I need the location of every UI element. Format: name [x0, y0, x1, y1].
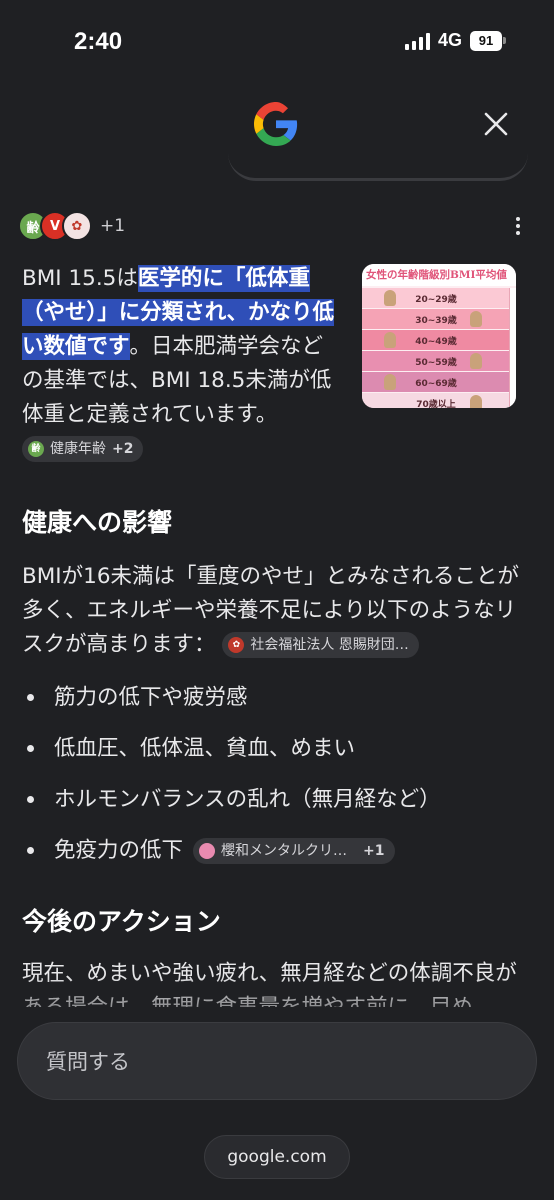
- citation-chip-label: 健康年齢: [50, 441, 106, 457]
- thumbnail-row-label: 20~29歳: [415, 294, 457, 305]
- list-item: 低血圧、低体温、貧血、めまい: [22, 723, 534, 774]
- thumbnail-grid: [509, 288, 516, 408]
- signal-icon: [404, 32, 430, 50]
- citation-chip-health-age[interactable]: 齢 健康年齢 +2: [22, 436, 144, 462]
- person-figure-icon: [384, 332, 396, 348]
- thumbnail-row-label: 50~59歳: [415, 357, 457, 368]
- list-item: 筋力の低下や疲労感: [22, 672, 534, 723]
- header: [0, 92, 554, 181]
- thumbnail-row-label: 70歳以上: [416, 399, 456, 409]
- thumbnail-row-label: 40~49歳: [415, 336, 457, 347]
- citation-chip-count: +2: [112, 441, 134, 457]
- thumbnail-row: 70歳以上: [362, 393, 510, 408]
- next-action-heading: 今後のアクション: [22, 907, 221, 936]
- thumbnail-row: 60~69歳: [362, 372, 510, 392]
- google-g-icon[interactable]: [252, 100, 300, 148]
- ask-placeholder: 質問する: [46, 1050, 130, 1074]
- url-pill[interactable]: google.com: [204, 1135, 350, 1179]
- thumbnail-row: 30~39歳: [362, 309, 510, 329]
- source-favicons[interactable]: 齢 V ✿: [18, 211, 92, 241]
- bmi-chart-thumbnail[interactable]: 女性の年齢階級別BMI平均値 20~29歳 30~39歳 40~49歳 50~59歳 6…: [362, 264, 516, 408]
- citation-chip-clinic[interactable]: 櫻和メンタルクリ… +1: [193, 837, 395, 864]
- person-figure-icon: [470, 395, 482, 408]
- status-bar: 2:40 4G 91: [0, 0, 554, 86]
- list-item: ホルモンバランスの乱れ（無月経など）: [22, 774, 534, 825]
- intro-lead: BMI 15.5は: [22, 266, 138, 291]
- intro-paragraph: BMI 15.5は医学的に「低体重（やせ）」に分類され、かなり低い数値です。日本…: [22, 262, 344, 466]
- thumbnail-row-label: 30~39歳: [415, 315, 457, 326]
- network-label: 4G: [437, 30, 462, 50]
- seal-favicon: ✿: [62, 211, 92, 241]
- close-button[interactable]: [478, 106, 514, 142]
- status-time: 2:40: [74, 28, 123, 55]
- citation-chip-label: 櫻和メンタルクリ…: [221, 842, 348, 859]
- thumbnail-title: 女性の年齢階級別BMI平均値: [362, 264, 516, 286]
- citation-chip-count: +1: [363, 842, 385, 859]
- health-impact-body: BMIが16未満は「重度のやせ」とみなされることが多く、エネルギーや栄養不足によ…: [22, 560, 528, 662]
- battery-icon: 91: [470, 30, 506, 51]
- health-impact-heading: 健康への影響: [22, 508, 173, 537]
- thumbnail-rows: 20~29歳 30~39歳 40~49歳 50~59歳 60~69歳 70歳以上: [362, 288, 510, 408]
- seal-chip-icon: ✿: [228, 637, 245, 653]
- risk-list: 筋力の低下や疲労感 低血圧、低体温、貧血、めまい ホルモンバランスの乱れ（無月経…: [22, 672, 534, 876]
- battery-level: 91: [470, 30, 502, 51]
- screen: 2:40 4G 91 齢 V ✿ +1 BMI 15.5は医学的に「低体重（やせ…: [0, 0, 554, 1200]
- header-divider: [228, 152, 528, 181]
- thumbnail-row: 50~59歳: [362, 351, 510, 371]
- person-figure-icon: [470, 353, 482, 369]
- health-age-chip-icon: 齢: [28, 441, 44, 457]
- sources-row[interactable]: 齢 V ✿ +1: [18, 210, 534, 242]
- more-options-icon[interactable]: [508, 212, 528, 240]
- sources-more-count[interactable]: +1: [100, 216, 125, 236]
- status-indicators: 4G 91: [404, 30, 506, 51]
- thumbnail-row: 40~49歳: [362, 330, 510, 350]
- thumbnail-row-label: 60~69歳: [415, 378, 457, 389]
- person-figure-icon: [384, 290, 396, 306]
- person-figure-icon: [470, 311, 482, 327]
- flower-chip-icon: [199, 842, 216, 859]
- ask-input[interactable]: 質問する: [17, 1022, 537, 1100]
- list-item: 免疫力の低下 櫻和メンタルクリ… +1: [22, 825, 534, 876]
- citation-chip-label: 社会福祉法人 恩賜財団…: [250, 637, 409, 653]
- close-icon: [484, 112, 508, 136]
- person-figure-icon: [384, 374, 396, 390]
- citation-chip-foundation[interactable]: ✿ 社会福祉法人 恩賜財団…: [222, 632, 419, 658]
- thumbnail-row: 20~29歳: [362, 288, 510, 308]
